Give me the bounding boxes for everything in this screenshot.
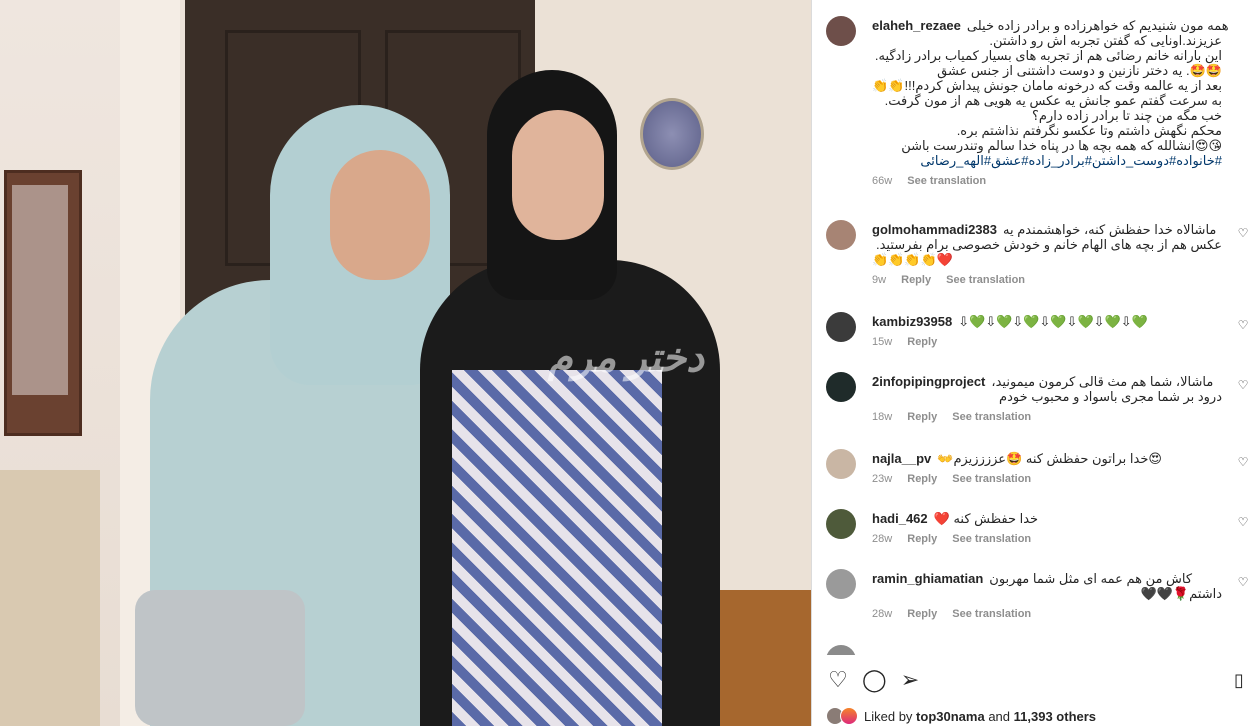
comment-meta: 18w Reply See translation xyxy=(872,410,1222,425)
comment-text: عکس هم از بچه های الهام خانم و خودش خصوص… xyxy=(875,237,1222,252)
comment-username[interactable]: golmohammadi2383 xyxy=(872,222,997,237)
avatar[interactable] xyxy=(826,16,856,46)
comments-panel: elaheh_rezaee همه مون شنیدیم که خواهرزاده… xyxy=(811,0,1248,726)
avatar[interactable] xyxy=(826,645,856,655)
comment-username[interactable]: najla__pv xyxy=(872,451,931,466)
caption-line: همه مون شنیدیم که خواهرزاده و برادر زاده… xyxy=(966,18,1229,33)
comment-time: 23w xyxy=(872,473,893,485)
comment-meta: 15w Reply xyxy=(872,335,1222,350)
liker-avatar xyxy=(840,707,858,725)
send-icon[interactable]: ➢ xyxy=(898,668,922,692)
avatar[interactable] xyxy=(826,569,856,599)
photo-girl-dress xyxy=(452,370,662,726)
photo-girl-face xyxy=(512,110,604,240)
caption-hashtags[interactable]: #خانواده#دوست_داشتن#برادر_زاده#عشق#الهه_… xyxy=(872,153,1222,168)
caption-time: 66w xyxy=(872,175,893,187)
avatar[interactable] xyxy=(826,312,856,342)
comment-text: ماشالاه خدا حفظش کنه، خواهشمندم یه xyxy=(1003,222,1217,237)
heart-outline-icon[interactable]: ♡ xyxy=(826,668,850,692)
likes-middle: and xyxy=(988,708,1011,724)
see-translation-button[interactable]: See translation xyxy=(952,411,1031,423)
comment-like-heart-icon[interactable]: ♡ xyxy=(1237,226,1248,240)
caption-line: عزیزند.اونایی که گفتن تجربه اش رو داشتن. xyxy=(989,33,1222,48)
comments-scroll[interactable]: elaheh_rezaee همه مون شنیدیم که خواهرزاده… xyxy=(812,0,1248,655)
see-translation-button[interactable]: See translation xyxy=(946,274,1025,286)
comment-time: 28w xyxy=(872,533,893,545)
comment-meta: 9w Reply See translation xyxy=(872,273,1222,288)
comment-text: کاش من هم عمه ای مثل شما مهربون xyxy=(989,571,1193,586)
photo-side-table xyxy=(720,590,811,726)
photo-watermark: دختر مرم xyxy=(548,336,705,380)
comment-text: خدا حفظش کنه ❤️ xyxy=(933,511,1039,526)
comment-content: hadi_462 خدا حفظش کنه ❤️ 28w Reply See tr… xyxy=(872,511,1222,547)
photo-sofa xyxy=(0,470,100,726)
comment-text: ماشالا، شما هم مث قالی کرمون میمونید، xyxy=(991,374,1214,389)
comment-content: kambiz93958 ⇩💚⇩💚⇩💚⇩💚⇩💚⇩💚⇩💚 15w Reply xyxy=(872,314,1222,350)
comment-text: 👏👏👏👏❤️ xyxy=(872,252,953,267)
comment-meta: 23w Reply See translation xyxy=(872,472,1222,487)
comment-content: 2infopipingproject ماشالا، شما هم مث قالی… xyxy=(872,374,1222,425)
avatar[interactable] xyxy=(826,509,856,539)
caption-meta: 66w See translation xyxy=(872,174,1222,189)
caption-line: محکم نگهش داشتم وتا عکسو نگرفتم نذاشتم ب… xyxy=(956,123,1222,138)
comment-username[interactable]: kambiz93958 xyxy=(872,314,952,329)
photo-cabinet-glass xyxy=(12,185,68,395)
caption-line: خب مگه من چند تا برادر زاده دارم؟ xyxy=(1031,108,1222,123)
comment-content: ramin_ghiamatian کاش من هم عمه ای مثل شما… xyxy=(872,571,1222,622)
reply-button[interactable]: Reply xyxy=(907,336,937,348)
comment-like-heart-icon[interactable]: ♡ xyxy=(1237,515,1248,529)
comment-text: 😍خدا براتون حفظش کنه 🤩عززززیزم👐 xyxy=(937,451,1162,466)
see-translation-button[interactable]: See translation xyxy=(952,473,1031,485)
comment-text: ⇩💚⇩💚⇩💚⇩💚⇩💚⇩💚⇩💚 xyxy=(958,314,1148,329)
comment-like-heart-icon[interactable]: ♡ xyxy=(1237,575,1248,589)
comment-icon[interactable]: ◯ xyxy=(862,668,887,692)
likes-user[interactable]: top30nama xyxy=(916,709,985,724)
post-photo[interactable]: دختر مرم xyxy=(0,0,811,726)
see-translation-button[interactable]: See translation xyxy=(952,533,1031,545)
reply-button[interactable]: Reply xyxy=(907,608,937,620)
comment-meta: 28w Reply See translation xyxy=(872,532,1222,547)
comment-time: 28w xyxy=(872,608,893,620)
author-username[interactable]: elaheh_rezaee xyxy=(872,18,961,33)
avatar[interactable] xyxy=(826,372,856,402)
comment-content: najla__pv 😍خدا براتون حفظش کنه 🤩عززززیزم👐… xyxy=(872,451,1222,487)
comment-time: 15w xyxy=(872,336,893,348)
avatar[interactable] xyxy=(826,449,856,479)
comment-text: درود بر شما مجری باسواد و محبوب خودم xyxy=(999,389,1222,404)
photo-woman-face xyxy=(330,150,430,280)
likes-summary: Liked by top30nama and 11,393 others xyxy=(826,706,1096,726)
likes-prefix: Liked by xyxy=(864,708,913,724)
bookmark-icon[interactable]: ▯ xyxy=(1227,668,1248,692)
comment-time: 9w xyxy=(872,274,887,286)
caption-line: 🤩🤩. یه دختر نازنین و دوست داشتنی از جنس … xyxy=(937,63,1222,78)
comment-meta: 28w Reply See translation xyxy=(872,607,1222,622)
photo-handbag xyxy=(135,590,305,726)
comment-username[interactable]: 2infopipingproject xyxy=(872,374,985,389)
comment-like-heart-icon[interactable]: ♡ xyxy=(1237,378,1248,392)
instagram-post: دختر مرم elaheh_rezaee همه مون شنیدیم که … xyxy=(0,0,1248,726)
likes-count[interactable]: 11,393 others xyxy=(1014,709,1096,724)
caption-line: بعد از یه عالمه وقت که درخونه مامان جونش… xyxy=(872,78,1222,93)
comment-like-heart-icon[interactable]: ♡ xyxy=(1237,455,1248,469)
reply-button[interactable]: Reply xyxy=(901,274,931,286)
comment-content: golmohammadi2383 ماشالاه خدا حفظش کنه، خو… xyxy=(872,222,1222,288)
action-bar: ♡ ◯ ➢ ▯ xyxy=(812,664,1248,696)
comment-username[interactable]: hadi_462 xyxy=(872,511,928,526)
reply-button[interactable]: Reply xyxy=(907,473,937,485)
comment-like-heart-icon[interactable]: ♡ xyxy=(1237,318,1248,332)
see-translation-button[interactable]: See translation xyxy=(907,175,986,187)
photo-decorative-plate xyxy=(640,98,704,170)
caption-content: elaheh_rezaee همه مون شنیدیم که خواهرزاده… xyxy=(872,18,1229,189)
reply-button[interactable]: Reply xyxy=(907,411,937,423)
comment-username[interactable]: ramin_ghiamatian xyxy=(872,571,983,586)
caption-line: این بارانه خانم رضائی هم از تجربه های بس… xyxy=(874,48,1222,63)
comment-text: داشتم🌹🖤🖤 xyxy=(1140,586,1222,601)
caption-line: 😘😍انشالله که همه بچه ها در پناه خدا سالم… xyxy=(901,138,1222,153)
caption-line: به سرعت گفتم عمو جانش یه عکس یه هویی هم … xyxy=(884,93,1222,108)
avatar[interactable] xyxy=(826,220,856,250)
see-translation-button[interactable]: See translation xyxy=(952,608,1031,620)
comment-time: 18w xyxy=(872,411,893,423)
reply-button[interactable]: Reply xyxy=(907,533,937,545)
